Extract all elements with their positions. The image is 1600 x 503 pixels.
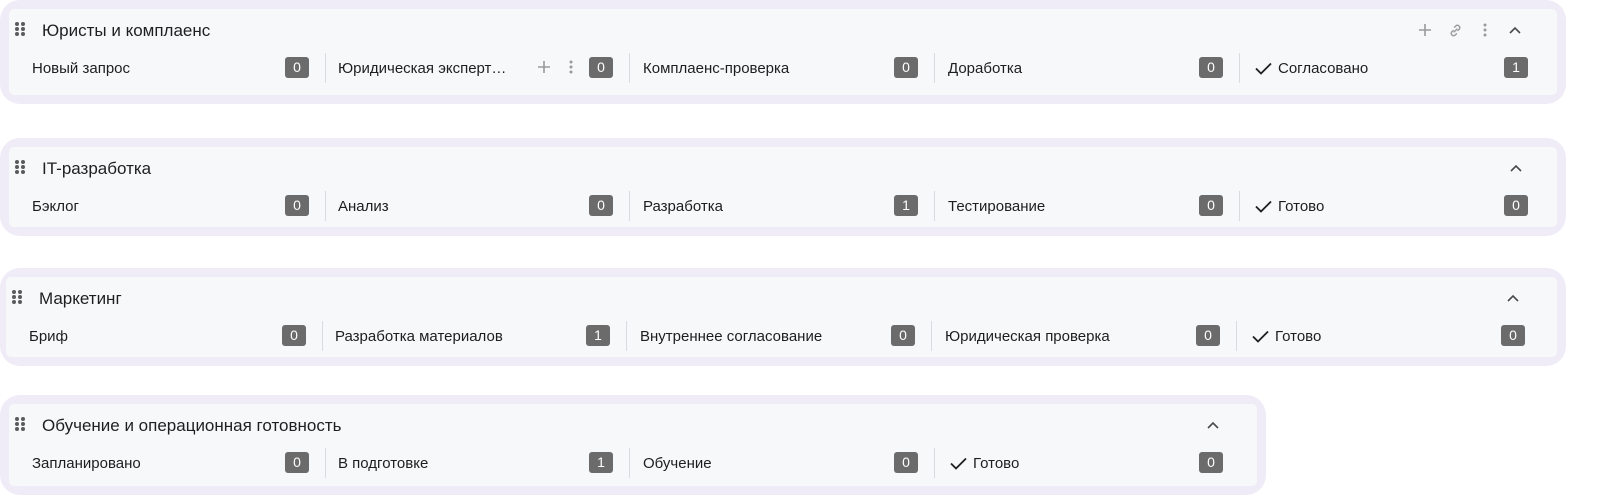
column-done[interactable]: Готово 0 bbox=[1239, 191, 1544, 221]
group-panel: Юристы и комплаенс Новый запрос 0 Юридич… bbox=[9, 9, 1557, 95]
column-label: Разработка bbox=[643, 197, 723, 215]
group-panel: IT-разработка Бэклог 0 Анализ 0 Разработ… bbox=[9, 147, 1557, 227]
column-compliance-check[interactable]: Комплаенс-проверка 0 bbox=[629, 53, 934, 83]
column-label-wrap: Готово bbox=[1252, 328, 1321, 345]
group-marketing: Маркетинг Бриф 0 Разработка материалов 1… bbox=[0, 268, 1566, 366]
column-approved[interactable]: Согласовано 1 bbox=[1239, 53, 1544, 83]
column-count-badge: 0 bbox=[1501, 325, 1525, 346]
column-development[interactable]: Разработка 1 bbox=[629, 191, 934, 221]
column-label-wrap: Согласовано bbox=[1255, 60, 1368, 77]
column-backlog[interactable]: Бэклог 0 bbox=[32, 191, 325, 221]
column-analysis[interactable]: Анализ 0 bbox=[325, 191, 629, 221]
group-actions bbox=[1501, 157, 1531, 179]
column-label: Готово bbox=[973, 454, 1020, 472]
column-label: Доработка bbox=[948, 59, 1023, 77]
group-title: IT-разработка bbox=[42, 159, 152, 178]
plus-icon[interactable] bbox=[1410, 19, 1440, 41]
chevron-up-icon[interactable] bbox=[1501, 157, 1531, 179]
column-count-badge: 0 bbox=[1199, 195, 1223, 216]
column-label: Юридическая проверка bbox=[945, 327, 1110, 345]
group-training-readiness: Обучение и операционная готовность Запла… bbox=[0, 395, 1266, 495]
column-label-wrap: Готово bbox=[950, 455, 1019, 472]
chevron-up-icon[interactable] bbox=[1500, 19, 1530, 41]
column-more-vertical-icon[interactable] bbox=[561, 56, 581, 78]
column-label: Готово bbox=[1278, 197, 1325, 215]
column-done[interactable]: Готово 0 bbox=[1236, 321, 1541, 351]
group-lawyers-compliance: Юристы и комплаенс Новый запрос 0 Юридич… bbox=[0, 0, 1566, 104]
link-icon[interactable] bbox=[1440, 19, 1470, 41]
chevron-up-icon[interactable] bbox=[1198, 414, 1228, 436]
column-label: Бэклог bbox=[32, 197, 79, 215]
column-count-badge: 0 bbox=[1199, 452, 1223, 473]
column-count-badge: 1 bbox=[894, 195, 918, 216]
group-actions bbox=[1198, 414, 1228, 436]
column-legal-review[interactable]: Юридическая проверка 0 bbox=[931, 321, 1236, 351]
column-testing[interactable]: Тестирование 0 bbox=[934, 191, 1239, 221]
check-icon bbox=[1252, 330, 1269, 343]
column-count-badge: 1 bbox=[589, 452, 613, 473]
column-plus-icon[interactable] bbox=[534, 56, 554, 78]
group-actions bbox=[1498, 287, 1528, 309]
drag-handle-icon[interactable] bbox=[15, 22, 25, 36]
column-done[interactable]: Готово 0 bbox=[934, 448, 1239, 478]
column-label-wrap: Готово bbox=[1255, 198, 1324, 215]
drag-handle-icon[interactable] bbox=[15, 160, 25, 174]
column-label: Бриф bbox=[29, 327, 68, 345]
column-count-badge: 0 bbox=[589, 195, 613, 216]
column-label: Новый запрос bbox=[32, 59, 130, 77]
column-count-badge: 0 bbox=[1199, 57, 1223, 78]
column-brief[interactable]: Бриф 0 bbox=[29, 321, 322, 351]
column-count-badge: 1 bbox=[1504, 57, 1528, 78]
column-label: Согласовано bbox=[1278, 59, 1369, 77]
column-in-preparation[interactable]: В подготовке 1 bbox=[325, 448, 629, 478]
column-planned[interactable]: Запланировано 0 bbox=[32, 448, 325, 478]
column-label: В подготовке bbox=[338, 454, 429, 472]
group-panel: Маркетинг Бриф 0 Разработка материалов 1… bbox=[6, 277, 1557, 357]
column-label: Готово bbox=[1275, 327, 1322, 345]
column-label: Внутреннее согласование bbox=[640, 327, 823, 345]
column-count-badge: 0 bbox=[285, 452, 309, 473]
column-internal-approval[interactable]: Внутреннее согласование 0 bbox=[626, 321, 931, 351]
column-label: Разработка материалов bbox=[335, 327, 503, 345]
column-count-badge: 0 bbox=[285, 195, 309, 216]
column-new-request[interactable]: Новый запрос 0 bbox=[32, 53, 325, 83]
group-title: Маркетинг bbox=[39, 289, 122, 308]
column-count-badge: 0 bbox=[589, 57, 613, 78]
group-panel: Обучение и операционная готовность Запла… bbox=[9, 404, 1257, 486]
column-count-badge: 0 bbox=[1504, 195, 1528, 216]
chevron-up-icon[interactable] bbox=[1498, 287, 1528, 309]
drag-handle-icon[interactable] bbox=[12, 290, 22, 304]
column-rework[interactable]: Доработка 0 bbox=[934, 53, 1239, 83]
column-count-badge: 0 bbox=[1196, 325, 1220, 346]
column-count-badge: 0 bbox=[282, 325, 306, 346]
column-label: Запланировано bbox=[32, 454, 141, 472]
column-label: Тестирование bbox=[948, 197, 1046, 215]
check-icon bbox=[1255, 62, 1272, 75]
column-count-badge: 1 bbox=[586, 325, 610, 346]
column-training[interactable]: Обучение 0 bbox=[629, 448, 934, 478]
group-title: Юристы и комплаенс bbox=[42, 21, 211, 40]
column-materials-development[interactable]: Разработка материалов 1 bbox=[322, 321, 626, 351]
group-title: Обучение и операционная готовность bbox=[42, 416, 342, 435]
group-actions bbox=[1410, 19, 1530, 41]
check-icon bbox=[950, 457, 967, 470]
column-label: Юридическая эксперт… bbox=[338, 59, 507, 77]
column-count-badge: 0 bbox=[894, 57, 918, 78]
column-count-badge: 0 bbox=[285, 57, 309, 78]
column-label: Обучение bbox=[643, 454, 712, 472]
group-it-development: IT-разработка Бэклог 0 Анализ 0 Разработ… bbox=[0, 138, 1566, 236]
drag-handle-icon[interactable] bbox=[15, 417, 25, 431]
column-label: Анализ bbox=[338, 197, 389, 215]
column-count-badge: 0 bbox=[894, 452, 918, 473]
column-label: Комплаенс-проверка bbox=[643, 59, 790, 77]
more-vertical-icon[interactable] bbox=[1470, 19, 1500, 41]
check-icon bbox=[1255, 200, 1272, 213]
column-legal-expertise[interactable]: Юридическая эксперт… 0 bbox=[325, 53, 629, 83]
column-count-badge: 0 bbox=[891, 325, 915, 346]
